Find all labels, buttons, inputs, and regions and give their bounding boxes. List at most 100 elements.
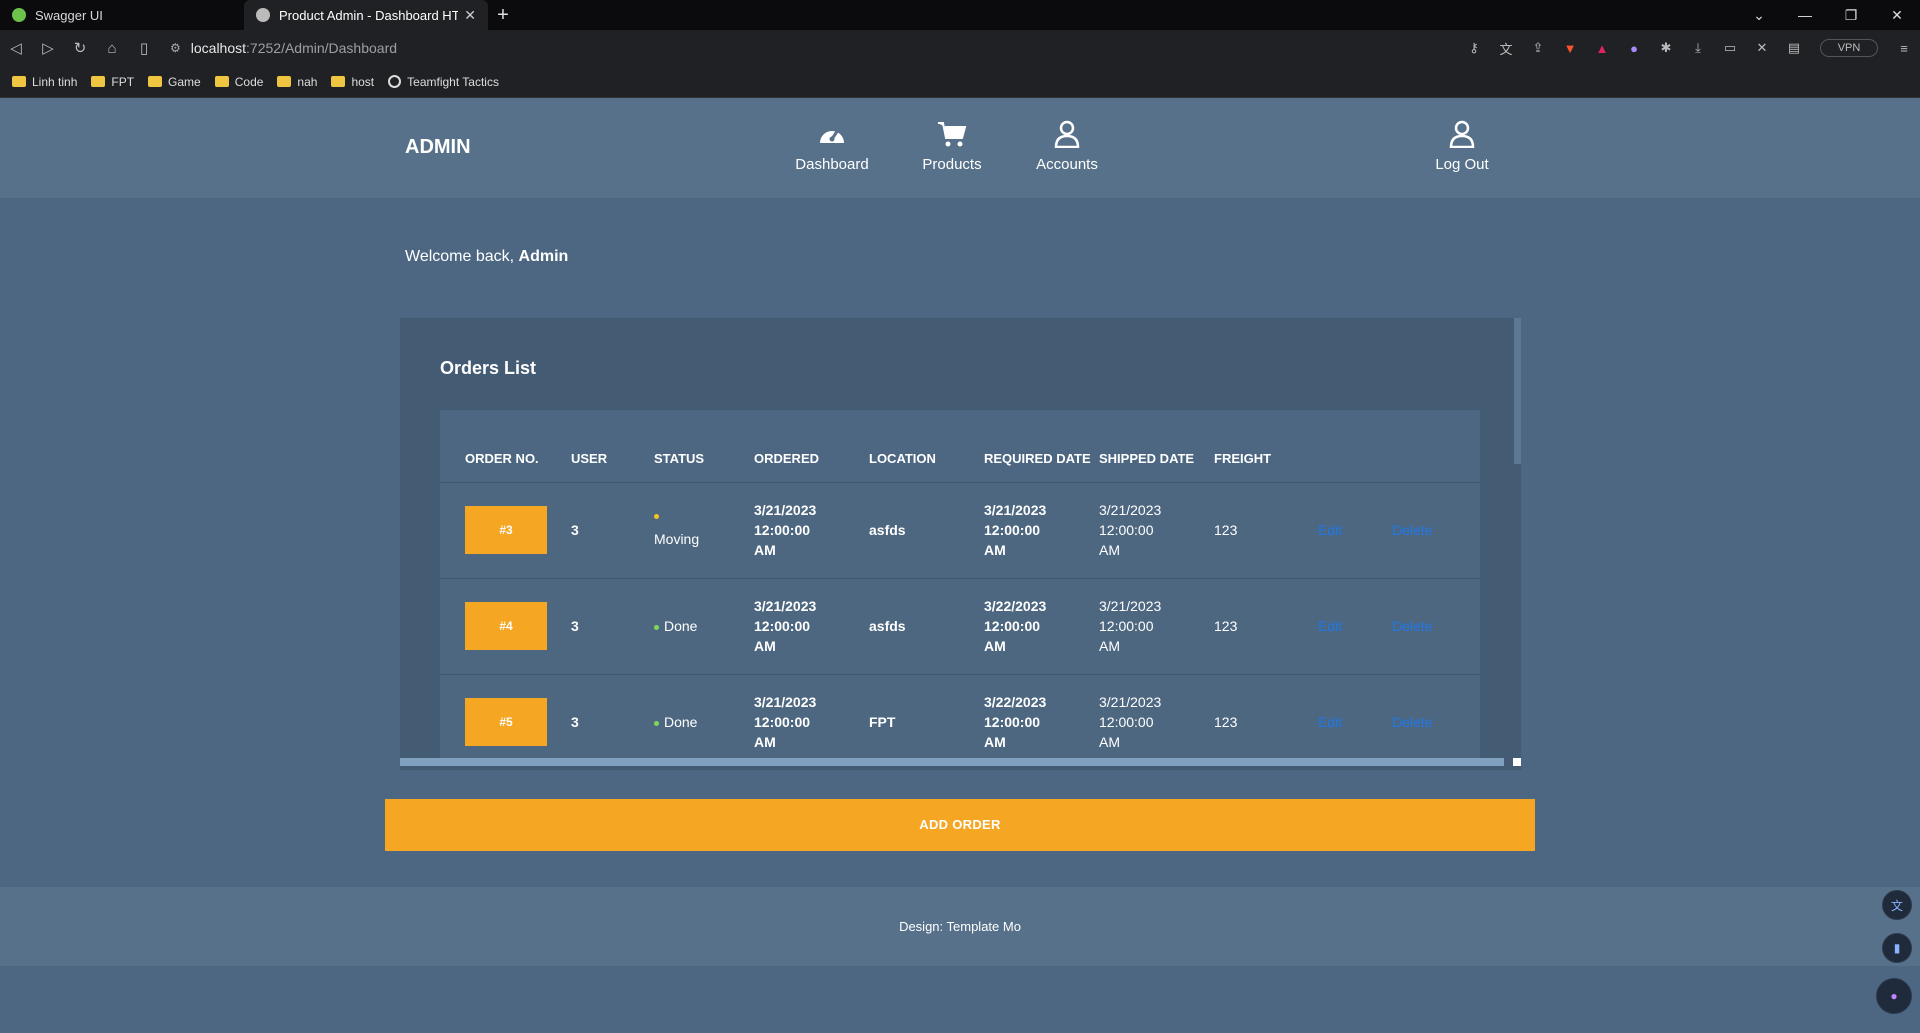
home-icon[interactable]: ⌂ xyxy=(96,40,128,57)
tab-swagger-ui[interactable]: Swagger UI xyxy=(0,0,244,30)
tab-product-admin[interactable]: Product Admin - Dashboard HTML ✕ xyxy=(244,0,488,30)
status-dot-icon xyxy=(654,513,659,519)
footer: Design: Template Mo xyxy=(0,887,1920,966)
cell-status: Done xyxy=(654,577,754,674)
share-icon[interactable]: ⇪ xyxy=(1522,40,1554,56)
orders-title: Orders List xyxy=(440,358,537,378)
sidebar-icon[interactable]: ▭ xyxy=(1714,40,1746,56)
delete-link[interactable]: Delete xyxy=(1392,522,1432,538)
folder-icon xyxy=(277,76,292,87)
vertical-scrollbar-thumb[interactable] xyxy=(1514,318,1521,464)
welcome-username: Admin xyxy=(518,248,569,265)
site-info-icon[interactable]: ⚙ xyxy=(170,41,181,55)
cell-freight: 123 xyxy=(1214,673,1318,758)
edit-link[interactable]: Edit xyxy=(1318,618,1342,634)
col-user[interactable]: USER xyxy=(571,410,654,482)
bookmark-label: Game xyxy=(168,74,201,89)
translate-icon[interactable]: 文 xyxy=(1490,39,1522,58)
new-tab-button[interactable]: + xyxy=(488,4,518,27)
wallet-icon[interactable]: ▤ xyxy=(1778,40,1810,56)
order-number-badge[interactable]: #4 xyxy=(465,602,547,650)
delete-link[interactable]: Delete xyxy=(1392,618,1432,634)
bookmark-label: host xyxy=(351,74,375,89)
shipped-time: 12:00:00 xyxy=(1099,522,1154,538)
reader-widget-icon[interactable]: ▮ xyxy=(1882,933,1912,963)
restore-icon[interactable]: ❐ xyxy=(1828,7,1874,24)
ai-assistant-icon[interactable]: ● xyxy=(1876,978,1912,1014)
ordered-ampm: AM xyxy=(754,542,776,558)
brave-rewards-icon[interactable]: ▲ xyxy=(1586,41,1618,56)
required-time: 12:00:00 xyxy=(984,618,1041,634)
back-icon[interactable]: ◁ xyxy=(0,39,32,57)
forward-icon[interactable]: ▷ xyxy=(32,39,64,57)
col-freight[interactable]: FREIGHT xyxy=(1214,410,1318,482)
bookmark-folder[interactable]: host xyxy=(331,75,374,89)
order-number-badge[interactable]: #3 xyxy=(465,506,547,554)
bookmark-folder[interactable]: FPT xyxy=(91,75,134,89)
cell-ordered: 3/21/2023 12:00:00 AM xyxy=(754,673,869,758)
cell-required-date: 3/21/2023 12:00:00 AM xyxy=(984,481,1099,578)
vpn-button[interactable]: VPN xyxy=(1820,39,1878,57)
speedometer-icon xyxy=(787,118,877,150)
col-order-no[interactable]: ORDER NO. xyxy=(440,410,571,482)
ordered-ampm: AM xyxy=(754,638,776,654)
horizontal-scrollbar[interactable] xyxy=(400,758,1504,766)
col-ordered[interactable]: ORDERED xyxy=(754,410,869,482)
extension-brain-icon[interactable]: ● xyxy=(1618,41,1650,56)
table-row[interactable]: #5 3 Done 3/21/2023 12:00:00 AM FPT 3/22/2… xyxy=(440,673,1480,758)
bookmark-folder[interactable]: Game xyxy=(148,75,201,89)
col-shipped-date[interactable]: SHIPPED DATE xyxy=(1099,410,1214,482)
cell-status: Done xyxy=(654,673,754,758)
add-order-button[interactable]: ADD ORDER xyxy=(385,799,1535,851)
status-text: Done xyxy=(664,714,698,731)
welcome-prefix: Welcome back, xyxy=(405,248,519,265)
tab-title: Product Admin - Dashboard HTML xyxy=(279,7,459,23)
col-required-date[interactable]: REQUIRED DATE xyxy=(984,410,1099,482)
cart-icon xyxy=(907,118,997,150)
menu-icon[interactable]: ≡ xyxy=(1888,41,1920,56)
minimize-icon[interactable]: — xyxy=(1782,7,1828,23)
ordered-date: 3/21/2023 xyxy=(754,694,817,711)
reload-icon[interactable]: ↻ xyxy=(64,39,96,57)
table-row[interactable]: #3 3 Moving 3/21/2023 12:00:00 AM asfds 3/… xyxy=(440,481,1480,578)
close-window-icon[interactable]: ✕ xyxy=(1874,7,1920,24)
bookmark-link[interactable]: Teamfight Tactics xyxy=(388,75,499,89)
url-input[interactable]: ⚙ localhost:7252/Admin/Dashboard xyxy=(170,34,1410,62)
bookmark-folder[interactable]: nah xyxy=(277,75,317,89)
col-status[interactable]: STATUS xyxy=(654,410,754,482)
required-ampm: AM xyxy=(984,542,1006,558)
brave-shield-icon[interactable]: ▼ xyxy=(1554,41,1586,56)
translate-widget-icon[interactable]: 文 xyxy=(1882,890,1912,920)
brand-logo[interactable]: ADMIN xyxy=(405,136,471,159)
delete-link[interactable]: Delete xyxy=(1392,714,1432,730)
nav-dashboard[interactable]: Dashboard xyxy=(787,118,877,173)
folder-icon xyxy=(148,76,163,87)
order-number-badge[interactable]: #5 xyxy=(465,698,547,747)
required-ampm: AM xyxy=(984,638,1006,654)
edit-link[interactable]: Edit xyxy=(1318,714,1342,730)
nav-products[interactable]: Products xyxy=(907,118,997,173)
tools-icon[interactable]: ✕ xyxy=(1746,40,1778,56)
required-date: 3/22/2023 xyxy=(984,694,1047,711)
download-icon[interactable]: ⤓ xyxy=(1682,40,1714,56)
bookmark-folder[interactable]: Linh tinh xyxy=(12,75,77,89)
cell-user: 3 xyxy=(571,673,654,758)
key-icon[interactable]: ⚷ xyxy=(1458,40,1490,56)
folder-icon xyxy=(12,76,26,87)
bookmark-icon[interactable]: ▯ xyxy=(128,39,160,57)
nav-accounts[interactable]: Accounts xyxy=(1022,118,1112,173)
required-time: 12:00:00 xyxy=(984,522,1041,538)
window-controls: ⌄ — ❐ ✕ xyxy=(1736,0,1920,30)
cell-location: asfds xyxy=(869,577,984,674)
vertical-scrollbar[interactable] xyxy=(1514,318,1521,758)
cell-required-date: 3/22/2023 12:00:00 AM xyxy=(984,673,1099,758)
bookmark-folder[interactable]: Code xyxy=(214,75,263,89)
extensions-icon[interactable]: ✱ xyxy=(1650,40,1682,56)
col-location[interactable]: LOCATION xyxy=(869,410,984,482)
edit-link[interactable]: Edit xyxy=(1318,522,1342,538)
nav-logout[interactable]: Log Out xyxy=(1417,118,1507,173)
close-tab-icon[interactable]: ✕ xyxy=(464,7,476,24)
tab-search-icon[interactable]: ⌄ xyxy=(1736,7,1782,24)
shipped-ampm: AM xyxy=(1099,542,1120,558)
table-row[interactable]: #4 3 Done 3/21/2023 12:00:00 AM asfds 3/22… xyxy=(440,577,1480,674)
